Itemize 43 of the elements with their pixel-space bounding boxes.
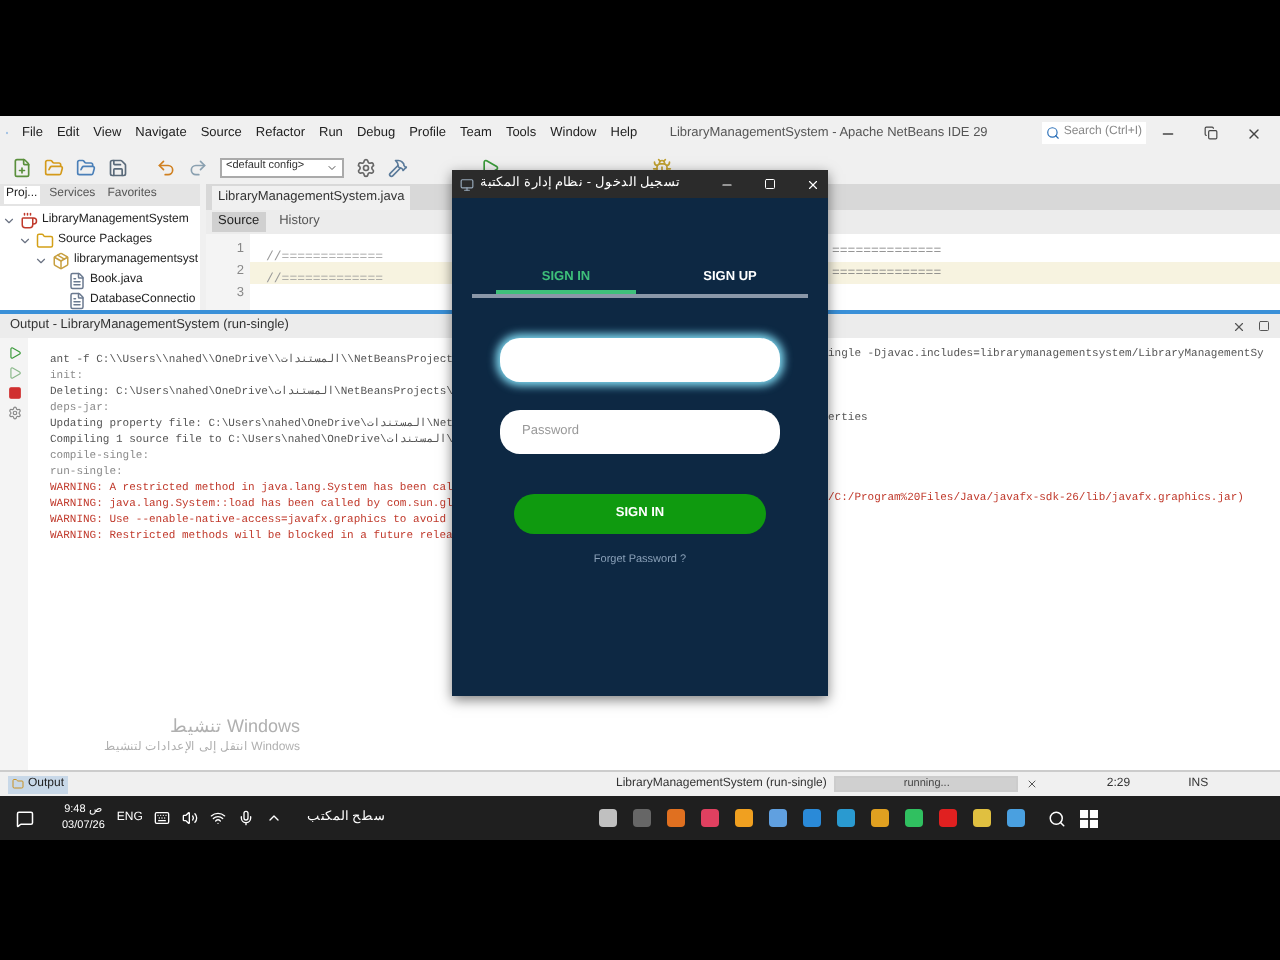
app-icon[interactable] <box>870 808 891 828</box>
caret-icon <box>326 161 338 173</box>
windows-logo-icon[interactable] <box>1080 809 1099 827</box>
close-icon[interactable] <box>1246 125 1262 141</box>
new-file-icon[interactable] <box>12 157 32 177</box>
folder-icon <box>36 231 54 249</box>
project-icon <box>20 211 38 229</box>
app-icon[interactable] <box>734 808 755 828</box>
app-icon[interactable] <box>802 808 823 828</box>
volume-icon[interactable] <box>182 810 199 826</box>
save-icon[interactable] <box>108 157 128 177</box>
stop-icon[interactable] <box>7 386 21 400</box>
app-icon[interactable] <box>598 808 619 828</box>
window-icon <box>460 177 474 191</box>
open-project-icon[interactable] <box>76 157 96 177</box>
file-icon <box>68 291 86 309</box>
folder-icon <box>12 778 24 790</box>
username-field[interactable] <box>500 338 780 382</box>
wifi-icon[interactable] <box>210 810 227 826</box>
app-icon[interactable] <box>1006 808 1027 828</box>
tray-chevron-icon[interactable] <box>266 810 283 826</box>
settings-icon[interactable] <box>7 406 21 420</box>
app-icon[interactable] <box>972 808 993 828</box>
app-icon[interactable] <box>768 808 789 828</box>
mic-icon[interactable] <box>238 810 255 826</box>
app-icon[interactable] <box>700 808 721 828</box>
maximize-icon[interactable] <box>1258 320 1270 332</box>
close-icon[interactable] <box>1232 319 1246 333</box>
search-icon[interactable] <box>1048 809 1067 827</box>
app-icon[interactable] <box>666 808 687 828</box>
file-icon <box>68 271 86 289</box>
app-icon[interactable] <box>836 808 857 828</box>
package-icon <box>52 251 70 269</box>
restore-icon[interactable] <box>1204 125 1218 139</box>
cancel-icon[interactable] <box>1026 778 1039 790</box>
undo-icon[interactable] <box>156 157 176 177</box>
app-icon[interactable] <box>904 808 925 828</box>
gear-icon[interactable] <box>356 157 376 177</box>
hammer-icon[interactable] <box>388 157 408 177</box>
search-icon <box>1045 126 1060 140</box>
notification-icon[interactable] <box>16 809 34 827</box>
activation-title: تنشيط Windows <box>169 713 300 739</box>
keyboard-icon[interactable] <box>154 810 171 826</box>
